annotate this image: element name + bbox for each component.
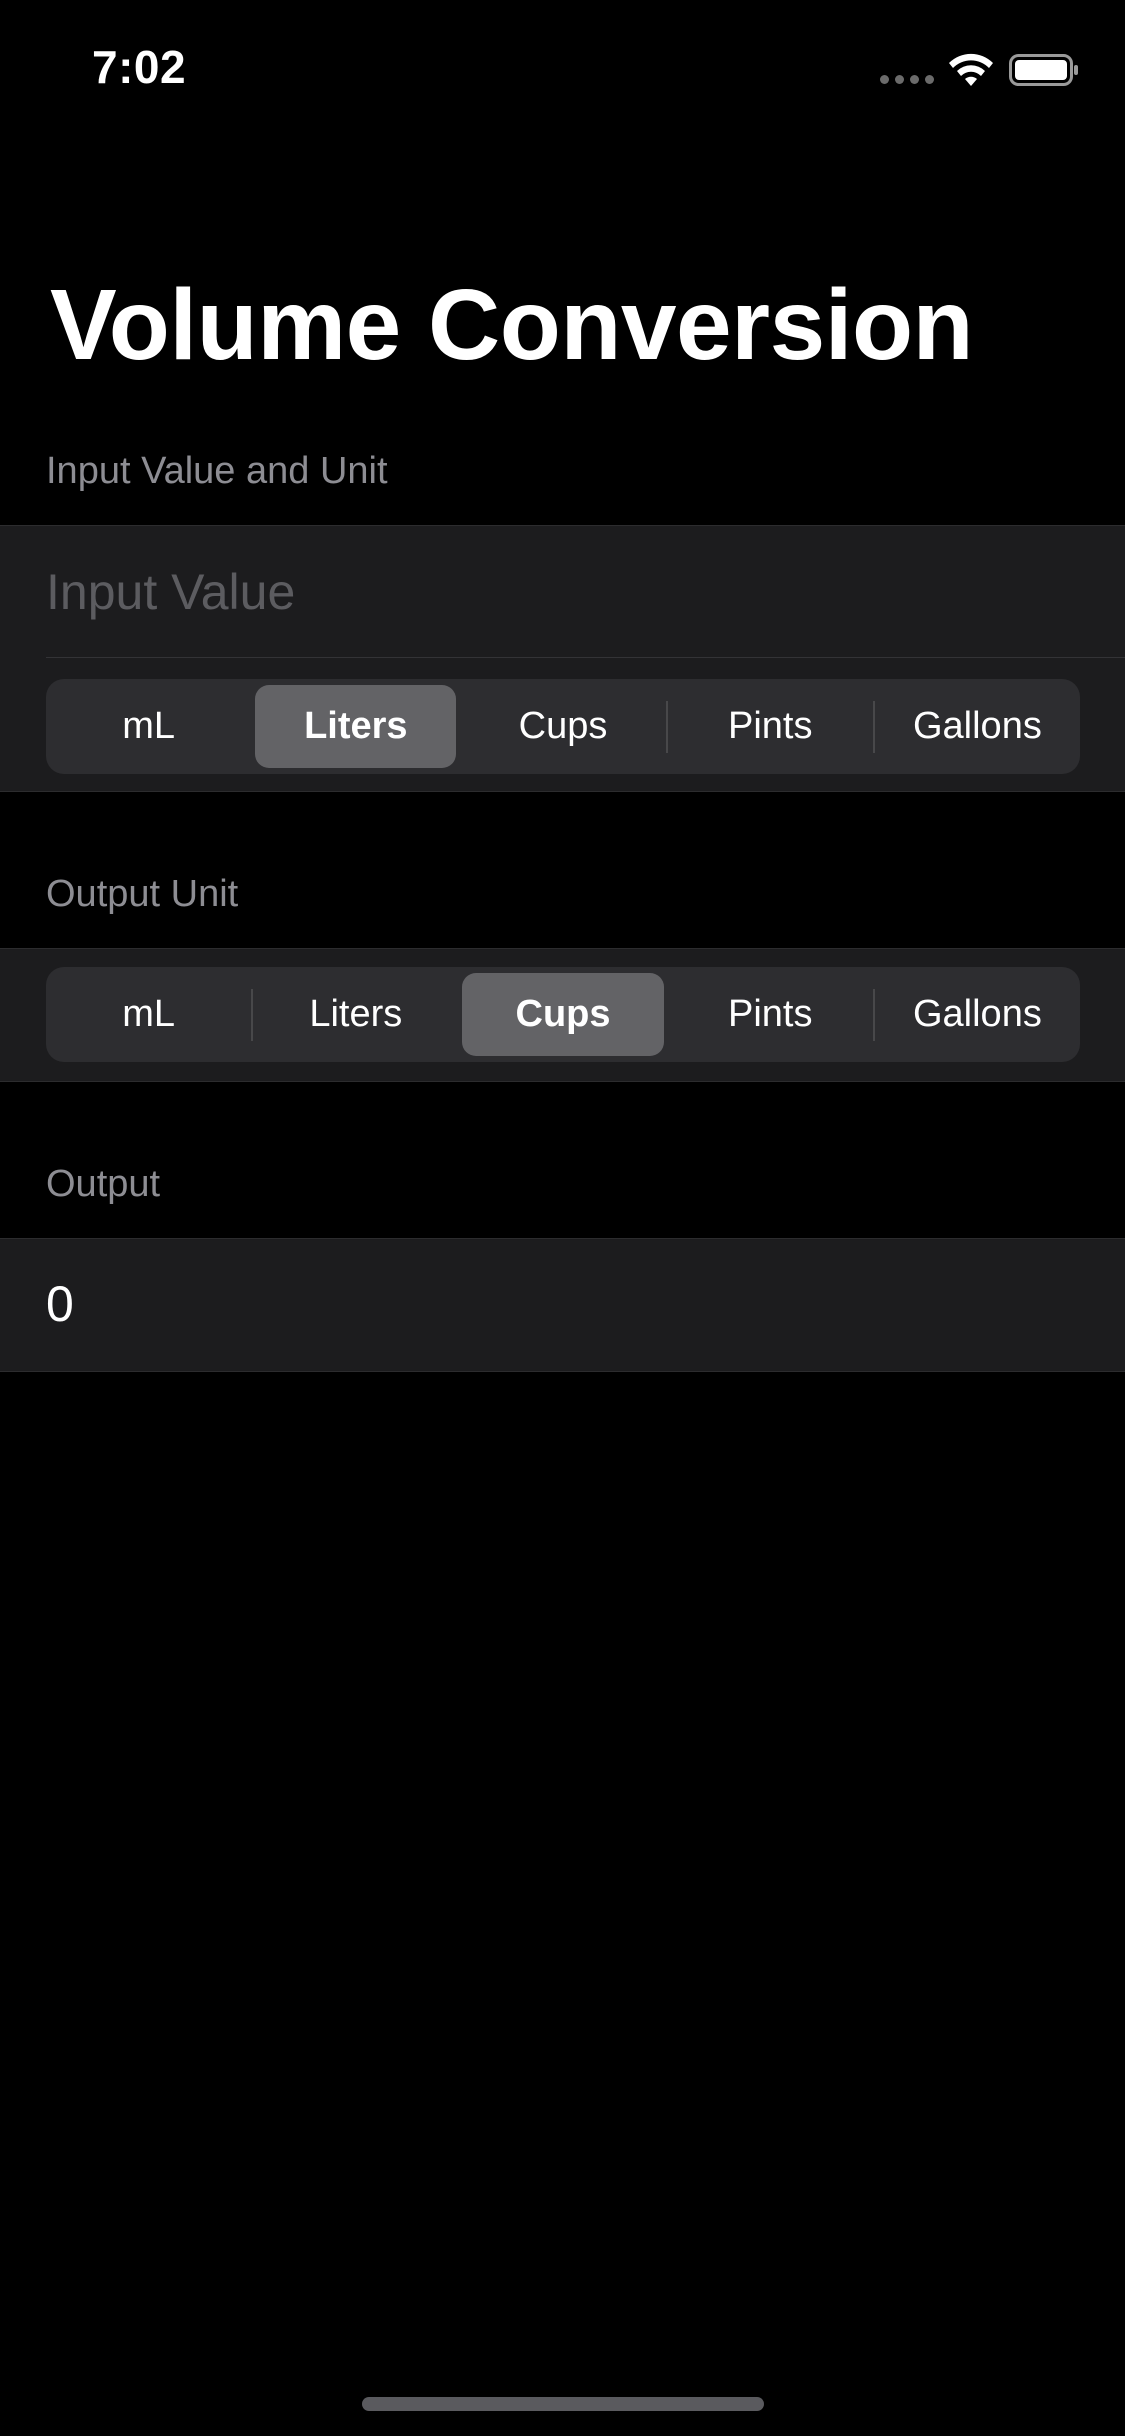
output-unit-segment-pints[interactable]: Pints xyxy=(670,973,871,1056)
input-unit-segment-pints[interactable]: Pints xyxy=(670,685,871,768)
output-unit-segment-ml[interactable]: mL xyxy=(48,973,249,1056)
status-time: 7:02 xyxy=(92,41,187,93)
input-unit-segment-gallons[interactable]: Gallons xyxy=(877,685,1078,768)
input-value-field[interactable] xyxy=(46,526,1046,657)
output-unit-picker[interactable]: mL Liters Cups Pints Gallons xyxy=(46,967,1080,1062)
segment-divider xyxy=(872,988,875,1041)
input-row xyxy=(46,526,1125,658)
output-unit-segment-gallons[interactable]: Gallons xyxy=(877,973,1078,1056)
output-unit-segment-liters[interactable]: Liters xyxy=(255,973,456,1056)
wifi-icon xyxy=(949,53,993,86)
segment-divider xyxy=(251,988,254,1041)
output-group: 0 xyxy=(0,1238,1125,1372)
status-bar: 7:02 xyxy=(0,0,1125,140)
input-unit-segment-liters[interactable]: Liters xyxy=(255,685,457,768)
input-unit-segment-ml[interactable]: mL xyxy=(48,685,249,768)
input-unit-segment-cups[interactable]: Cups xyxy=(462,685,663,768)
battery-icon xyxy=(1009,54,1078,86)
home-indicator[interactable] xyxy=(362,2397,764,2411)
segment-divider xyxy=(665,700,668,753)
signal-dots-icon xyxy=(880,75,934,84)
output-unit-group: mL Liters Cups Pints Gallons xyxy=(0,948,1125,1082)
segment-divider xyxy=(872,700,875,753)
output-unit-section-header: Output Unit xyxy=(46,873,239,915)
page-title: Volume Conversion xyxy=(50,269,974,381)
input-unit-picker[interactable]: mL Liters Cups Pints Gallons xyxy=(46,679,1080,774)
output-unit-segment-cups[interactable]: Cups xyxy=(462,973,664,1056)
input-section-header: Input Value and Unit xyxy=(46,450,388,492)
output-value: 0 xyxy=(46,1276,74,1332)
input-group: mL Liters Cups Pints Gallons xyxy=(0,525,1125,792)
output-section-header: Output xyxy=(46,1163,161,1205)
